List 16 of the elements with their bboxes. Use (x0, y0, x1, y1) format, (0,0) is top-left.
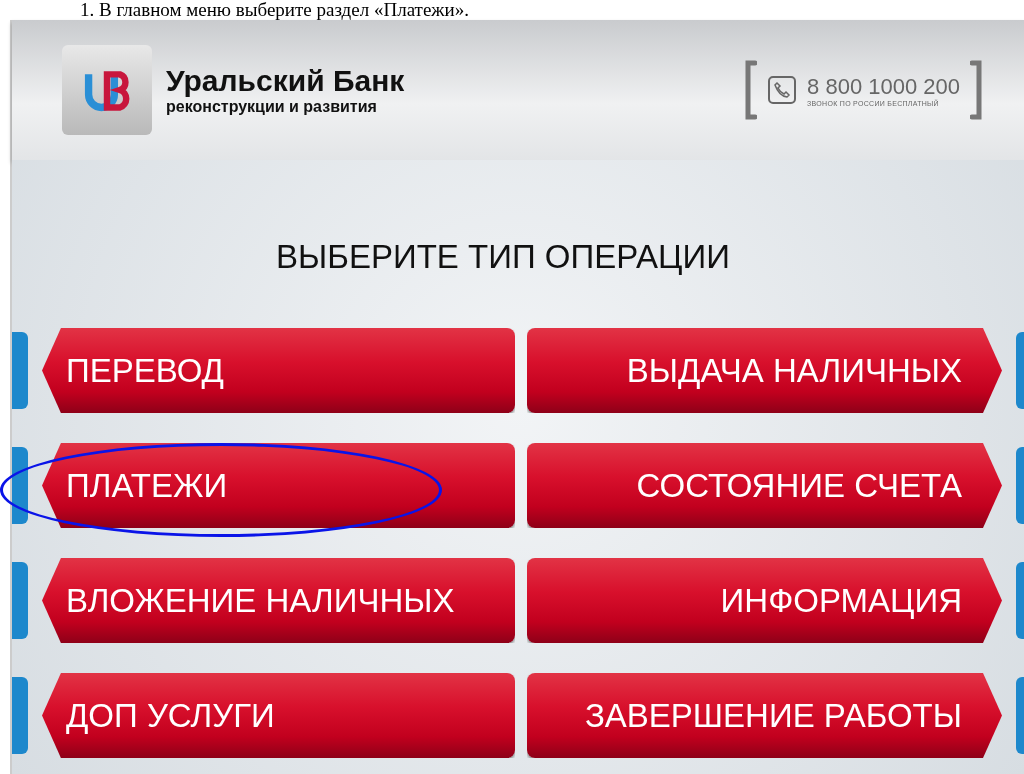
bank-subtitle: реконструкции и развития (166, 98, 378, 116)
menu-button[interactable]: ВЫДАЧА НАЛИЧНЫХ (527, 328, 1002, 413)
menu-button[interactable]: ПЕРЕВОД (42, 328, 515, 413)
menu-button[interactable]: ПЛАТЕЖИ (42, 443, 515, 528)
bracket-icon (970, 60, 984, 120)
menu-button[interactable]: ДОП УСЛУГИ (42, 673, 515, 758)
menu-button[interactable]: ИНФОРМАЦИЯ (527, 558, 1002, 643)
bracket-icon (743, 60, 758, 120)
screen-title: ВЫБЕРИТЕ ТИП ОПЕРАЦИИ (275, 238, 731, 276)
phone-icon (767, 75, 798, 105)
instruction-text: 1. В главном меню выберите раздел «Платежи». (79, 0, 470, 20)
menu-button[interactable]: ЗАВЕРШЕНИЕ РАБОТЫ (527, 673, 1002, 758)
menu-button[interactable]: СОСТОЯНИЕ СЧЕТА (527, 443, 1002, 528)
phone-number: 8 800 1000 200 (807, 73, 960, 99)
menu-button[interactable]: ВЛОЖЕНИЕ НАЛИЧНЫХ (42, 558, 515, 643)
bank-name: Уральский Банк (166, 64, 405, 98)
